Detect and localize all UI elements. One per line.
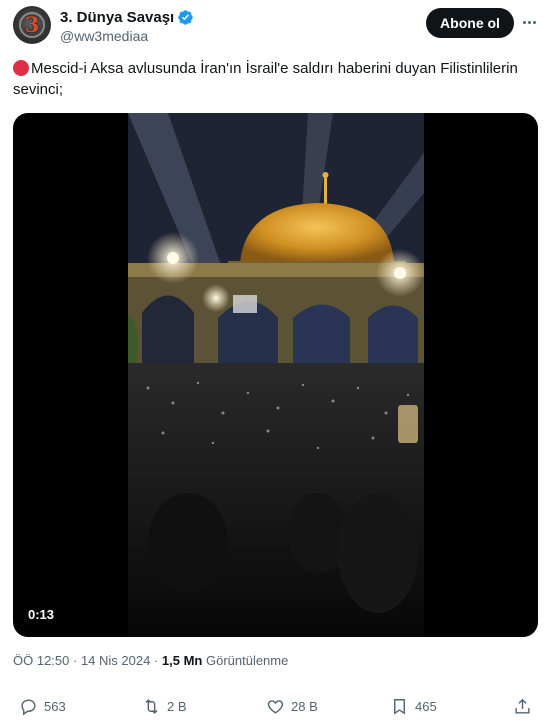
tweet-date[interactable]: 14 Nis 2024 (81, 653, 150, 668)
share-button[interactable] (513, 697, 532, 716)
like-button[interactable]: 28 B (266, 697, 318, 716)
more-options-icon[interactable] (519, 14, 539, 30)
follow-button[interactable]: Abone ol (426, 8, 514, 38)
views-label: Görüntülenme (202, 653, 289, 668)
video-frame (128, 113, 424, 637)
video-player[interactable]: 0:13 (13, 113, 538, 637)
reply-button[interactable]: 563 (19, 697, 66, 716)
meta-separator: · (150, 653, 162, 668)
handle[interactable]: @ww3mediaa (60, 28, 194, 44)
tweet-header: 3 3. Dünya Savaşı @ww3mediaa Abone ol (13, 6, 538, 46)
verified-badge-icon (178, 9, 193, 25)
more-dot (527, 20, 531, 24)
more-dot (532, 20, 536, 24)
reply-count: 563 (44, 699, 66, 714)
display-name-row: 3. Dünya Savaşı (60, 7, 194, 27)
tweet-meta: ÖÖ 12:50 · 14 Nis 2024 · 1,5 Mn Görüntül… (13, 653, 288, 668)
repost-count: 2 B (167, 699, 187, 714)
repost-button[interactable]: 2 B (142, 697, 187, 716)
avatar[interactable]: 3 (13, 6, 51, 44)
more-dot (522, 20, 526, 24)
display-name[interactable]: 3. Dünya Savaşı (60, 9, 174, 26)
video-thumbnail (128, 113, 424, 637)
heart-icon (267, 700, 284, 714)
tweet-actions: 563 2 B 28 B 465 (13, 697, 538, 719)
repost-icon (145, 699, 158, 714)
video-duration: 0:13 (23, 606, 60, 623)
reply-icon (21, 699, 36, 716)
bookmark-button[interactable]: 465 (390, 697, 437, 716)
author-info: 3. Dünya Savaşı @ww3mediaa (60, 7, 194, 44)
red-circle-emoji-icon (13, 60, 29, 76)
avatar-text: 3 (24, 12, 40, 37)
share-icon (515, 698, 530, 714)
tweet-time[interactable]: ÖÖ 12:50 (13, 653, 69, 668)
tweet-text: Mescid-i Aksa avlusunda İran'ın İsrail'e… (13, 58, 533, 100)
like-count: 28 B (291, 699, 318, 714)
meta-separator: · (69, 653, 81, 668)
bookmark-icon (394, 699, 405, 715)
tweet-body: Mescid-i Aksa avlusunda İran'ın İsrail'e… (13, 60, 518, 98)
views-count: 1,5 Mn (161, 653, 203, 668)
bookmark-count: 465 (415, 699, 437, 714)
